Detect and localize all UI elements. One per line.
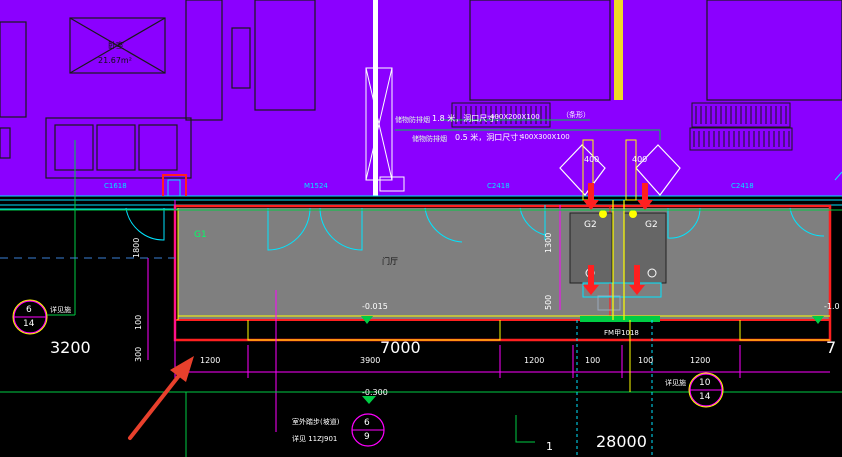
pipe-riser	[614, 0, 623, 100]
elev-marks	[361, 316, 824, 404]
valve-right	[629, 210, 637, 218]
cad-drawing[interactable]: 卧室 21.67m² 储物防排烟 1.8 米，洞口尺寸： 400X200X100…	[0, 0, 842, 457]
detail-circles	[13, 300, 723, 447]
detail-dividers	[14, 316, 722, 431]
column-line	[373, 0, 378, 196]
pointer-arrow	[128, 356, 194, 440]
room-fill	[0, 0, 842, 196]
floor-plan-canvas	[0, 0, 842, 457]
valve-left	[599, 210, 607, 218]
